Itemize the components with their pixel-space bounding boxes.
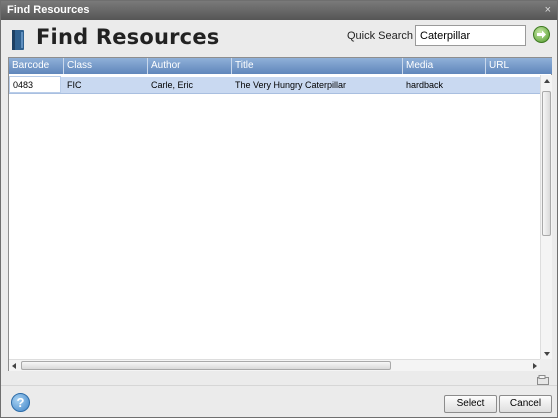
footer-divider [1,385,557,386]
column-header-class[interactable]: Class [64,58,148,74]
help-icon[interactable]: ? [11,393,30,412]
cell-title: The Very Hungry Caterpillar [235,80,347,90]
vertical-scroll-thumb[interactable] [542,91,551,236]
horizontal-scroll-thumb[interactable] [21,361,391,370]
quick-search-label: Quick Search [347,30,414,42]
grid-header: Barcode Class Author Title Media URL [9,58,540,74]
column-chooser-icon[interactable] [537,375,549,385]
cell-url [486,77,540,93]
grid-header-corner [540,58,552,74]
title-bar[interactable]: Find Resources × [1,1,557,20]
cell-barcode[interactable]: 0483 [9,76,61,93]
close-icon[interactable]: × [545,1,551,20]
scroll-up-icon[interactable] [544,79,550,83]
book-icon [12,30,24,50]
vertical-scrollbar[interactable] [540,75,552,359]
column-header-author[interactable]: Author [148,58,232,74]
cell-author: Carle, Eric [151,80,194,90]
cancel-button[interactable]: Cancel [499,395,552,413]
resources-grid: Barcode Class Author Title Media URL 048… [8,57,552,371]
cell-media: hardback [406,80,444,90]
go-arrow-icon[interactable] [533,26,550,43]
quick-search-input[interactable] [415,25,526,46]
cell-class: FIC [67,80,82,90]
scrollbar-corner [540,359,552,371]
find-resources-dialog: Find Resources × Find Resources Quick Se… [0,0,558,418]
column-header-barcode[interactable]: Barcode [9,58,64,74]
scroll-down-icon[interactable] [544,352,550,356]
column-header-url[interactable]: URL [486,58,540,74]
scroll-right-icon[interactable] [533,363,537,369]
horizontal-scrollbar[interactable] [9,359,540,371]
table-row[interactable]: 0483 FIC Carle, Eric The Very Hungry Cat… [9,76,540,94]
page-title: Find Resources [36,25,220,49]
column-header-media[interactable]: Media [403,58,486,74]
window-title: Find Resources [7,4,90,16]
scroll-left-icon[interactable] [12,363,16,369]
select-button[interactable]: Select [444,395,497,413]
column-header-title[interactable]: Title [232,58,403,74]
